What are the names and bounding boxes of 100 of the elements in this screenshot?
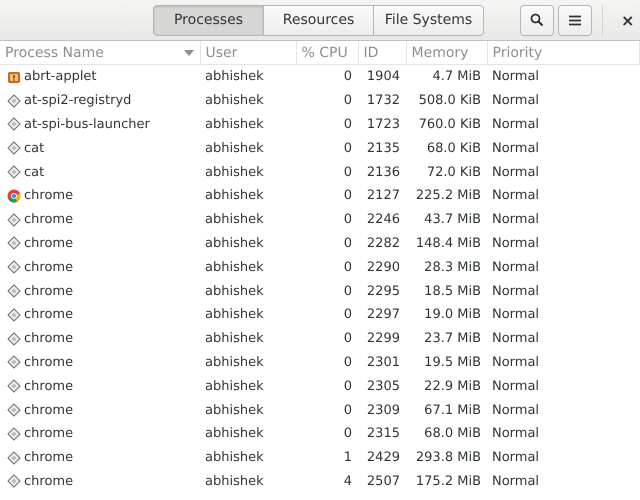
column-header[interactable]: % CPU [296, 41, 358, 64]
user-cell-text: abhishek [204, 402, 265, 420]
memory-cell-text: 175.2 MiB [414, 472, 482, 491]
menu-icon [569, 14, 581, 26]
id-cell-text: 2297 [366, 306, 401, 324]
diamond-icon [7, 141, 21, 156]
cpu-cell-text: 0 [342, 282, 353, 301]
cpu-cell-text: 0 [342, 92, 353, 110]
user-cell-text: abhishek [204, 330, 265, 348]
memory-cell-text: 293.8 MiB [414, 449, 482, 468]
user-cell-text: abhishek [204, 164, 265, 182]
priority-cell-text: Normal [491, 472, 540, 491]
cpu-cell-text: 0 [342, 211, 353, 230]
process-name: chrome [24, 212, 74, 228]
id-cell: 1904 [358, 64, 406, 89]
diamond-icon [7, 260, 21, 274]
diamond-icon [7, 332, 21, 346]
cpu-cell-text: 0 [342, 187, 353, 206]
process-name: chrome [24, 236, 74, 251]
memory-cell-text: 67.1 MiB [423, 402, 482, 420]
memory-cell-text: 43.7 MiB [423, 211, 482, 230]
diamond-icon [7, 474, 21, 488]
menu-button[interactable] [558, 4, 592, 36]
column-header[interactable]: ID [358, 41, 406, 64]
cpu-cell-text: 0 [342, 258, 353, 277]
id-cell-text: 2127 [366, 187, 401, 206]
id-cell-text: 2290 [366, 258, 401, 277]
diamond-icon [7, 403, 21, 418]
cpu-cell-text: 0 [342, 306, 353, 324]
user-cell-text: abhishek [204, 258, 265, 277]
alert-icon [7, 70, 21, 84]
process-name: chrome [24, 474, 74, 489]
column-header[interactable]: Memory [406, 41, 487, 64]
priority-cell: Normal [487, 64, 640, 89]
cpu-cell-text: 0 [342, 425, 353, 444]
user-cell-text: abhishek [204, 211, 265, 230]
memory-cell-text: 760.0 KiB [418, 116, 482, 134]
id-cell-text: 2299 [366, 330, 401, 348]
tab[interactable]: File Systems [373, 4, 484, 36]
priority-cell-text: Normal [491, 140, 540, 158]
memory-cell-text: 68.0 KiB [426, 140, 482, 158]
id-cell-text: 2295 [366, 282, 401, 301]
cpu-cell-text: 0 [342, 330, 353, 348]
id-cell-text: 2282 [366, 234, 401, 253]
process-name: chrome [24, 188, 74, 204]
tab[interactable]: Processes [153, 4, 264, 36]
process-name: at-spi2-registryd [24, 93, 132, 108]
id-cell-text: 2315 [366, 425, 401, 444]
user-cell-text: abhishek [204, 282, 265, 301]
process-name: chrome [24, 284, 74, 299]
process-name: cat [24, 164, 44, 180]
diamond-icon [7, 379, 21, 394]
cpu-cell-text: 0 [342, 234, 353, 253]
priority-cell-text: Normal [491, 378, 540, 396]
id-cell-text: 2305 [366, 378, 401, 396]
process-name: at-spi-bus-launcher [24, 116, 150, 132]
priority-cell-text: Normal [491, 354, 540, 372]
process-name: chrome [24, 331, 74, 346]
tab[interactable]: Resources [263, 4, 374, 36]
process-name: chrome [24, 378, 74, 394]
cpu-cell-text: 0 [342, 164, 353, 182]
priority-cell-text: Normal [491, 211, 540, 230]
column-header[interactable]: Priority [487, 41, 640, 64]
diamond-icon [7, 212, 21, 227]
id-cell-text: 2309 [366, 402, 401, 420]
search-button[interactable] [520, 4, 554, 36]
close-button[interactable]: × [617, 10, 638, 30]
memory-cell-text: 148.4 MiB [414, 234, 482, 253]
user-cell: abhishek [200, 64, 296, 89]
memory-cell-text: 28.3 MiB [423, 258, 482, 277]
id-cell-text: 2429 [366, 449, 401, 468]
priority-cell-text: Normal [491, 116, 540, 134]
user-cell-text: abhishek [204, 140, 265, 158]
user-cell-text: abhishek [204, 306, 265, 324]
diamond-icon [7, 117, 21, 132]
priority-cell-text: Normal [491, 282, 540, 301]
cpu-cell-text: 0 [342, 354, 353, 372]
id-cell-text: 2507 [366, 472, 401, 491]
process-name: chrome [24, 260, 74, 275]
process-name: chrome [24, 450, 74, 466]
column-header[interactable]: User [200, 41, 296, 64]
memory-cell-text: 508.0 KiB [418, 92, 482, 110]
memory-cell-text: 19.5 MiB [423, 354, 482, 372]
diamond-icon [7, 426, 21, 441]
memory-cell-text: 225.2 MiB [414, 187, 482, 206]
priority-cell-text: Normal [491, 402, 540, 420]
process-name: chrome [24, 402, 74, 418]
user-cell-text: abhishek [204, 472, 265, 491]
user-cell-text: abhishek [204, 425, 265, 444]
priority-cell-text: Normal [491, 306, 540, 324]
user-cell-text: abhishek [204, 354, 265, 372]
memory-cell-text: 18.5 MiB [423, 282, 482, 301]
user-cell-text: abhishek [204, 92, 265, 110]
diamond-icon [7, 355, 21, 370]
user-cell-text: abhishek [204, 116, 265, 134]
process-name: cat [24, 140, 44, 156]
user-cell-text: abhishek [204, 449, 265, 468]
process-name: chrome [24, 426, 74, 442]
priority-cell-text: Normal [491, 92, 540, 110]
priority-cell-text: Normal [491, 258, 540, 277]
